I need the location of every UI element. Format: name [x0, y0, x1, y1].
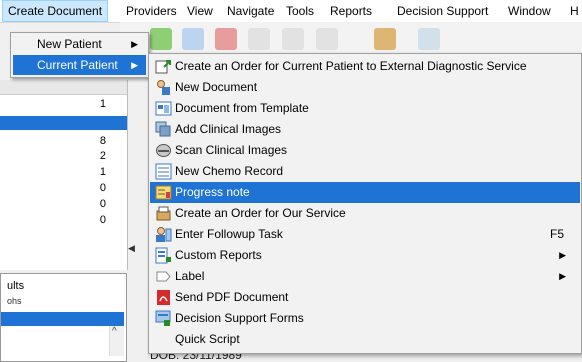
add-images-icon	[155, 121, 171, 137]
scroll-up-icon[interactable]: ^	[112, 326, 117, 337]
page-icon[interactable]	[248, 28, 270, 50]
submenu-item-new-document[interactable]: New Document	[150, 77, 580, 98]
submenu-item-send-pdf-document[interactable]: Send PDF Document	[150, 287, 580, 308]
current-patient-submenu: Create an Order for Current Patient to E…	[148, 53, 582, 354]
submenu-item-enter-followup-task[interactable]: Enter Followup Task F5	[150, 224, 580, 245]
count-value: 8	[99, 135, 106, 147]
splitter-handle[interactable]: ◀	[128, 240, 136, 262]
selected-row[interactable]	[1, 312, 124, 326]
template-icon	[155, 101, 172, 116]
submenu-arrow-icon: ▶	[131, 39, 138, 49]
document-icon[interactable]	[182, 28, 204, 50]
menu-providers[interactable]: Providers	[121, 0, 182, 22]
count-value: 2	[99, 150, 106, 162]
menu-help[interactable]: H	[565, 0, 582, 22]
custom-reports-icon	[155, 247, 171, 264]
chemo-record-icon	[155, 163, 172, 180]
menu-item-label: Create an Order for Our Service	[175, 206, 346, 220]
menu-tools[interactable]: Tools	[281, 0, 319, 22]
submenu-item-progress-note[interactable]: Progress note	[150, 182, 580, 203]
scroll-icon[interactable]	[418, 28, 440, 50]
menu-item-label: Decision Support Forms	[175, 311, 304, 325]
selected-row[interactable]	[0, 116, 127, 130]
submenu-item-decision-support-forms[interactable]: Decision Support Forms	[150, 308, 580, 329]
menu-item-label: Progress note	[175, 185, 250, 199]
left-pane-header	[0, 80, 127, 95]
forward-arrow-icon[interactable]	[150, 28, 172, 50]
menu-item-label: Quick Script	[175, 332, 240, 346]
order-external-icon	[155, 60, 171, 74]
submenu-item-new-chemo-record[interactable]: New Chemo Record	[150, 161, 580, 182]
submenu-item-quick-script[interactable]: Quick Script	[150, 329, 580, 350]
left-pane: 1 8 2 1 0 0 0	[0, 80, 128, 270]
menu-item-label: Scan Clinical Images	[175, 143, 288, 157]
create-document-menu: New Patient ▶ Current Patient ▶	[10, 32, 149, 78]
submenu-item-label[interactable]: Label ▶	[150, 266, 580, 287]
menu-item-label: Enter Followup Task	[175, 227, 283, 241]
shortcut-label: F5	[549, 227, 564, 241]
menu-item-label: Label	[175, 269, 205, 283]
count-value: 0	[99, 182, 106, 194]
submenu-item-document-from-template[interactable]: Document from Template	[150, 98, 580, 119]
scanner-icon	[156, 144, 171, 157]
results-pane: ults ohs ^	[0, 273, 127, 362]
menu-item-label: Custom Reports	[175, 248, 262, 262]
menu-item-label: New Patient	[37, 37, 102, 51]
menu-item-label: Send PDF Document	[175, 290, 289, 304]
notebook-icon[interactable]	[374, 28, 396, 50]
menu-item-label: Create an Order for Current Patient to E…	[175, 59, 527, 73]
submenu-arrow-icon: ▶	[559, 271, 566, 281]
database-icon[interactable]	[215, 28, 237, 50]
blank-page-icon[interactable]	[316, 28, 338, 50]
count-value: 0	[99, 214, 106, 226]
menu-create-document[interactable]: Create Document	[2, 0, 109, 22]
scrollbar[interactable]: ^	[109, 326, 124, 356]
menu-item-new-patient[interactable]: New Patient ▶	[13, 34, 146, 54]
graphs-tab[interactable]: ohs	[7, 296, 22, 306]
menu-item-label: Current Patient	[37, 58, 118, 72]
submenu-item-order-our-service[interactable]: Create an Order for Our Service	[150, 203, 580, 224]
pdf-icon	[157, 290, 170, 305]
menu-bar: Create Document Providers View Navigate …	[0, 0, 582, 23]
toolbar	[120, 22, 582, 56]
label-icon	[156, 271, 171, 282]
menu-window[interactable]: Window	[503, 0, 556, 22]
menu-navigate[interactable]: Navigate	[222, 0, 279, 22]
collapse-arrow-icon: ◀	[128, 243, 135, 253]
menu-decision-support[interactable]: Decision Support	[392, 0, 493, 22]
submenu-item-custom-reports[interactable]: Custom Reports ▶	[150, 245, 580, 266]
new-document-icon	[157, 80, 170, 95]
menu-item-current-patient[interactable]: Current Patient ▶	[13, 55, 146, 75]
clipboard-icon[interactable]	[282, 28, 304, 50]
menu-view[interactable]: View	[182, 0, 218, 22]
count-value: 1	[99, 98, 106, 110]
menu-item-label: New Document	[175, 80, 258, 94]
submenu-item-add-clinical-images[interactable]: Add Clinical Images	[150, 119, 580, 140]
followup-task-icon	[156, 227, 172, 242]
menu-item-label: New Chemo Record	[175, 164, 284, 178]
progress-note-icon	[155, 185, 172, 200]
submenu-arrow-icon: ▶	[131, 60, 138, 70]
count-value: 1	[99, 166, 106, 178]
menu-item-label: Add Clinical Images	[175, 122, 282, 136]
submenu-arrow-icon: ▶	[559, 250, 566, 260]
menu-item-label: Document from Template	[175, 101, 309, 115]
count-value: 0	[99, 198, 106, 210]
decision-forms-icon	[155, 310, 171, 326]
submenu-item-order-external[interactable]: Create an Order for Current Patient to E…	[150, 56, 580, 77]
submenu-item-scan-clinical-images[interactable]: Scan Clinical Images	[150, 140, 580, 161]
menu-reports[interactable]: Reports	[325, 0, 377, 22]
order-service-icon	[156, 206, 171, 221]
results-tab[interactable]: ults	[7, 280, 24, 292]
